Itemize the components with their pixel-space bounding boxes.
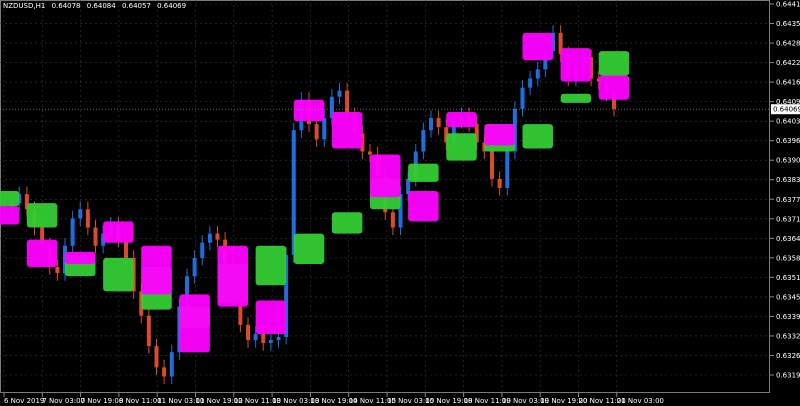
candle-body — [535, 69, 540, 79]
candle-body — [436, 118, 441, 128]
bull-band-segment — [408, 163, 439, 182]
candle-body — [421, 130, 426, 152]
y-tick-label: 0.63775 — [776, 196, 800, 204]
x-tick-label: 7 Nov 03:00 — [42, 397, 85, 405]
bear-band-segment — [370, 154, 401, 198]
y-tick-label: 0.63325 — [776, 332, 800, 340]
low-value: 0.64057 — [121, 2, 151, 10]
candle-body — [368, 151, 372, 155]
candle-body — [253, 333, 258, 341]
candle-body — [268, 340, 273, 344]
candle-body — [200, 242, 205, 258]
candle-body — [146, 315, 151, 347]
bull-band-segment — [522, 124, 553, 149]
bull-band-segment — [293, 233, 325, 265]
bear-band-segment — [103, 221, 134, 243]
candle-body — [85, 209, 90, 228]
bear-band-segment — [65, 251, 96, 265]
y-tick-label: 0.63195 — [776, 372, 800, 380]
y-tick-label: 0.63515 — [776, 274, 800, 282]
bear-band-segment — [598, 75, 630, 100]
candle-body — [390, 212, 395, 228]
candle-body — [154, 346, 159, 368]
symbol-label: NZDUSD,H1 — [3, 2, 46, 10]
candle-body — [505, 151, 510, 188]
high-value: 0.64084 — [86, 2, 116, 10]
candle-body — [192, 257, 197, 277]
candle-body — [55, 267, 60, 274]
candle-body — [528, 78, 533, 88]
current-price-label: 0.64069 — [773, 106, 800, 114]
bull-band-segment — [103, 257, 134, 292]
bear-band-segment — [560, 48, 592, 82]
y-tick-label: 0.63965 — [776, 137, 800, 145]
bear-band-segment — [446, 111, 477, 128]
candle-body — [207, 233, 212, 243]
bear-band-segment — [408, 191, 439, 222]
x-tick-label: 8 Nov 11:00 — [119, 397, 162, 405]
y-tick-label: 0.64350 — [776, 20, 800, 28]
bear-band-segment — [522, 32, 553, 61]
y-tick-label: 0.63450 — [776, 293, 800, 301]
bear-band-segment — [179, 294, 210, 353]
bear-band-segment — [484, 124, 515, 146]
x-tick-label: 6 Nov 2019 — [4, 397, 44, 405]
y-tick-label: 0.63710 — [776, 215, 800, 223]
bear-band-segment — [255, 300, 287, 334]
candle-body — [429, 118, 433, 131]
bear-band-segment — [331, 111, 363, 149]
y-tick-label: 0.64415 — [776, 1, 800, 9]
bull-band-segment — [598, 51, 630, 76]
candle-body — [215, 233, 220, 240]
candle-body — [322, 118, 327, 140]
bull-band-segment — [0, 191, 20, 207]
bull-band-segment — [446, 133, 477, 161]
y-tick-label: 0.64220 — [776, 59, 800, 67]
bear-band-segment — [293, 99, 325, 122]
y-tick-label: 0.63900 — [776, 157, 800, 165]
x-tick-label: 7 Nov 19:00 — [81, 397, 124, 405]
bear-band-segment — [26, 239, 58, 268]
y-tick-label: 0.63580 — [776, 254, 800, 262]
candle-body — [169, 352, 174, 377]
candle-body — [345, 90, 350, 115]
candle-body — [337, 90, 342, 97]
candle-body — [93, 227, 98, 246]
open-value: 0.64078 — [51, 2, 81, 10]
candle-body — [497, 178, 502, 188]
x-tick-label: 21 Nov 03:00 — [617, 397, 664, 405]
y-tick-label: 0.63645 — [776, 235, 800, 243]
bull-band-segment — [560, 93, 592, 103]
candle-body — [78, 209, 83, 219]
bull-band-segment — [255, 245, 287, 286]
candle-body — [314, 124, 319, 140]
price-chart[interactable]: 0.64415 0.64350 0.64285 0.64220 0.64160 0.640… — [0, 0, 800, 406]
bull-band-segment — [26, 203, 58, 228]
bull-band-segment — [331, 212, 363, 234]
y-tick-label: 0.63390 — [776, 313, 800, 321]
y-tick-label: 0.63260 — [776, 352, 800, 360]
y-tick-label: 0.64160 — [776, 79, 800, 87]
candle-body — [246, 324, 250, 341]
bear-band-segment — [141, 245, 172, 295]
chart-window[interactable]: 0.64415 0.64350 0.64285 0.64220 0.64160 0.640… — [0, 0, 800, 406]
candle-body — [162, 367, 167, 377]
close-value: 0.64069 — [157, 2, 187, 10]
candle-body — [70, 218, 75, 246]
candle-body — [276, 336, 281, 341]
candle-body — [520, 87, 525, 109]
candle-body — [490, 151, 494, 179]
y-tick-label: 0.63835 — [776, 176, 800, 184]
bear-band-segment — [217, 245, 248, 307]
bear-band-segment — [0, 206, 20, 225]
y-tick-label: 0.64030 — [776, 118, 800, 126]
symbol-header: NZDUSD,H1 0.64078 0.64084 0.64057 0.6406… — [3, 2, 190, 10]
candle-body — [261, 333, 266, 344]
y-tick-label: 0.64285 — [776, 40, 800, 48]
